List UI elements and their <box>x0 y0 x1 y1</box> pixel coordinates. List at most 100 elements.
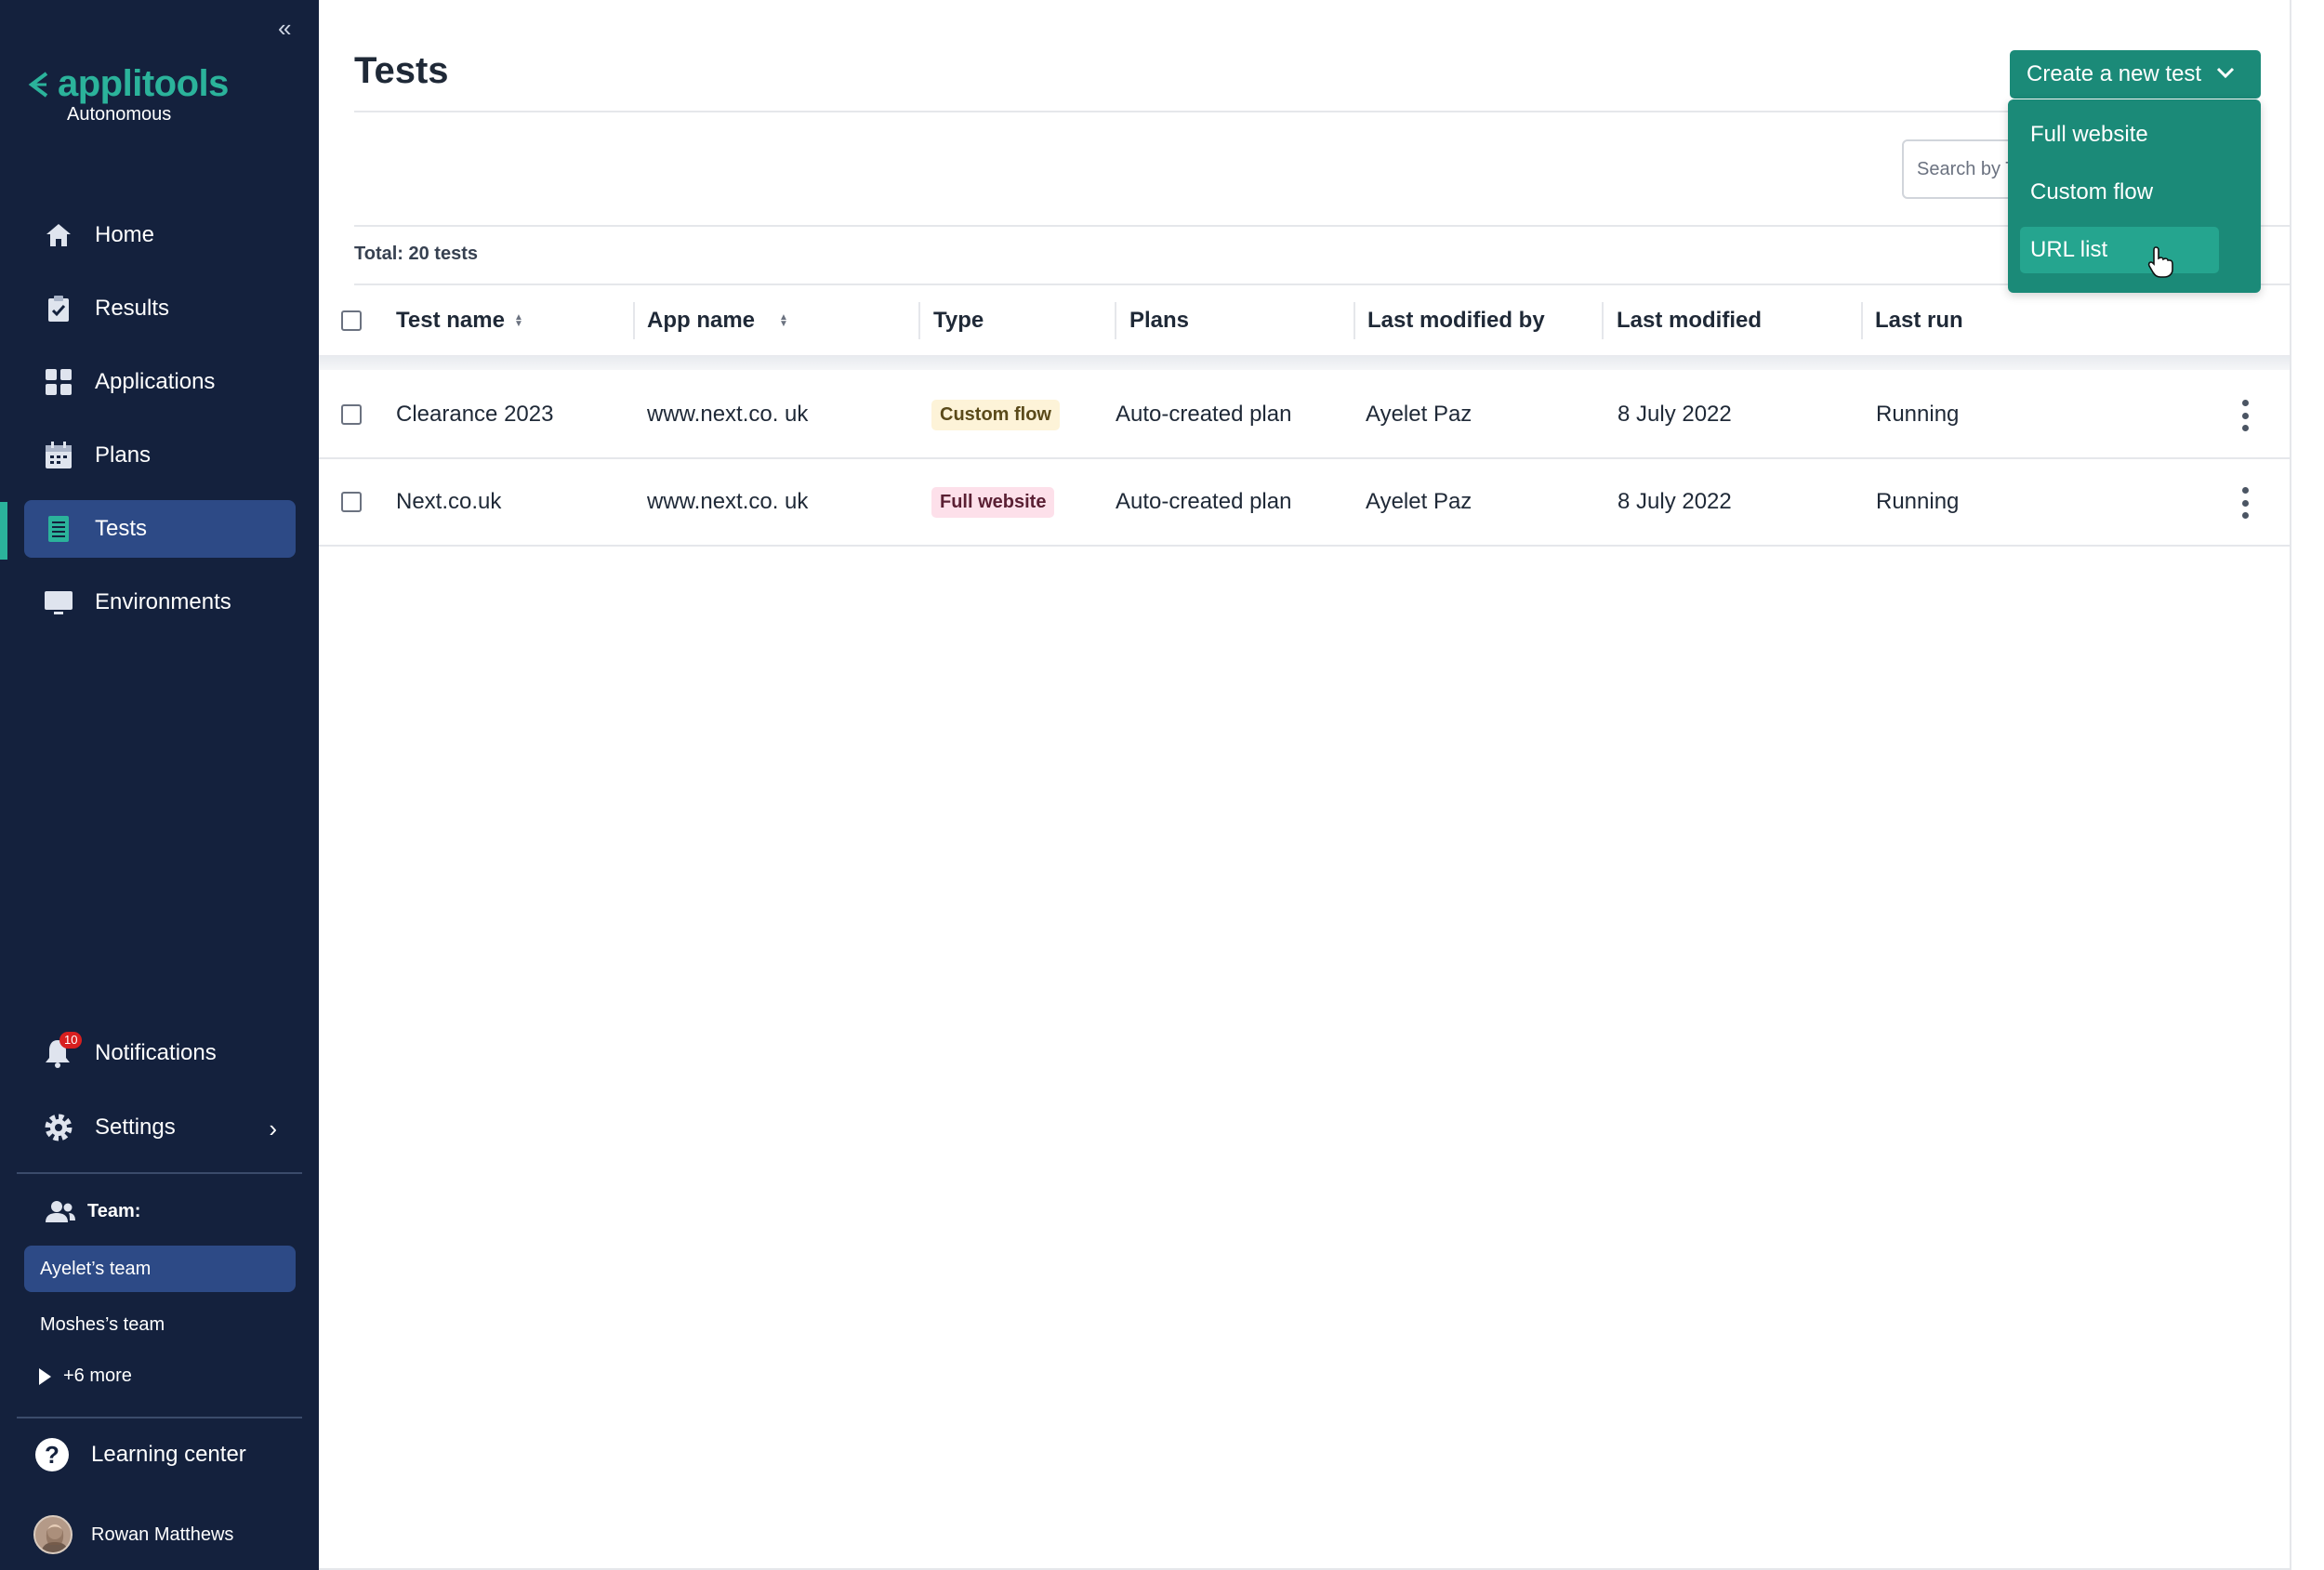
column-separator[interactable] <box>1115 302 1116 339</box>
nav-label: Settings <box>95 1115 176 1140</box>
sidebar-divider <box>17 1417 302 1418</box>
more-teams-label: +6 more <box>63 1366 132 1386</box>
table-row[interactable]: Clearance 2023 www.next.co. uk Custom fl… <box>319 372 2290 459</box>
nav-label: Notifications <box>95 1040 217 1065</box>
notification-count-badge: 10 <box>59 1032 83 1049</box>
column-header-last-run[interactable]: Last run <box>1875 285 1963 355</box>
team-icon <box>45 1199 76 1223</box>
bell-icon: 10 <box>43 1032 83 1069</box>
main-nav: Home Results Applications Plans Tests En… <box>24 206 296 647</box>
applitools-mark-icon <box>28 71 48 98</box>
column-header-last-modified[interactable]: Last modified <box>1617 285 1762 355</box>
clipboard-check-icon <box>43 293 74 324</box>
select-all-checkbox[interactable] <box>341 310 362 331</box>
table-header: Test name ▲ ▼ App name ▲ ▼ Type Plans Last… <box>319 285 2290 355</box>
sort-icon[interactable]: ▲ ▼ <box>779 312 788 328</box>
collapse-sidebar-icon[interactable]: « <box>278 16 300 40</box>
column-separator[interactable] <box>1861 302 1863 339</box>
logo-text: applitools <box>58 63 229 104</box>
sidebar-divider <box>17 1172 302 1174</box>
applitools-logo[interactable]: applitools <box>28 63 229 105</box>
avatar <box>33 1515 73 1554</box>
sidebar: « applitools Autonomous Home Results App… <box>0 0 319 1570</box>
select-all-checkbox-cell <box>341 285 362 355</box>
column-separator[interactable] <box>633 302 635 339</box>
nav-label: Home <box>95 222 155 247</box>
column-label: App name <box>647 307 756 333</box>
nav-item-plans[interactable]: Plans <box>24 427 296 484</box>
team-item[interactable]: Moshes’s team <box>24 1301 296 1348</box>
row-checkbox[interactable] <box>341 492 362 512</box>
nav-item-results[interactable]: Results <box>24 280 296 337</box>
column-header-last-modified-by[interactable]: Last modified by <box>1367 285 1545 355</box>
menu-item-full-website[interactable]: Full website <box>2020 112 2219 158</box>
cell-plans: Auto-created plan <box>1116 489 1292 514</box>
team-item[interactable]: Ayelet’s team <box>24 1246 296 1292</box>
learning-center-label: Learning center <box>91 1442 246 1467</box>
row-checkbox-cell <box>341 459 362 545</box>
sort-icon[interactable]: ▲ ▼ <box>514 312 523 328</box>
total-count: Total: 20 tests <box>354 244 478 264</box>
content-border <box>2290 0 2291 1570</box>
nav-label: Results <box>95 296 170 321</box>
expand-triangle-icon <box>39 1367 51 1385</box>
nav-item-tests[interactable]: Tests <box>24 500 296 558</box>
cell-modified-by: Ayelet Paz <box>1366 402 1472 427</box>
monitor-icon <box>43 587 74 618</box>
nav-label: Applications <box>95 369 216 394</box>
cell-last-run: Running <box>1876 489 1960 514</box>
type-badge: Custom flow <box>931 399 1060 430</box>
toolbar-divider <box>354 225 2291 227</box>
column-header-test-name[interactable]: Test name ▲ ▼ <box>396 285 523 355</box>
column-label: Last modified by <box>1367 307 1545 333</box>
row-checkbox[interactable] <box>341 404 362 425</box>
column-label: Type <box>933 307 984 333</box>
nav-item-environments[interactable]: Environments <box>24 574 296 631</box>
learning-center-link[interactable]: ? Learning center <box>35 1438 246 1471</box>
nav-label: Environments <box>95 589 231 614</box>
row-actions-kebab-icon[interactable] <box>2231 487 2259 519</box>
nav-item-settings[interactable]: Settings › <box>24 1100 296 1155</box>
column-header-app-name[interactable]: App name ▲ ▼ <box>647 285 788 355</box>
column-label: Test name <box>396 307 505 333</box>
home-icon <box>43 219 74 251</box>
column-label: Plans <box>1129 307 1190 333</box>
column-header-plans[interactable]: Plans <box>1129 285 1189 355</box>
user-profile[interactable]: Rowan Matthews <box>33 1515 233 1554</box>
hand-pointer-icon <box>2147 246 2173 278</box>
list-icon <box>43 513 74 545</box>
table-row[interactable]: Next.co.uk www.next.co. uk Full website … <box>319 459 2290 547</box>
page-title: Tests <box>354 50 449 91</box>
cell-app-name: www.next.co. uk <box>647 402 809 427</box>
grid-icon <box>43 366 74 398</box>
cell-last-run: Running <box>1876 402 1960 427</box>
menu-item-url-list[interactable]: URL list <box>2020 227 2219 273</box>
column-separator[interactable] <box>918 302 920 339</box>
create-new-test-button[interactable]: Create a new test <box>2010 50 2261 99</box>
active-indicator <box>0 502 7 560</box>
more-teams-toggle[interactable]: +6 more <box>39 1366 132 1387</box>
row-actions-kebab-icon[interactable] <box>2231 400 2259 431</box>
row-checkbox-cell <box>341 372 362 457</box>
column-separator[interactable] <box>1602 302 1604 339</box>
nav-item-home[interactable]: Home <box>24 206 296 264</box>
type-badge: Full website <box>931 486 1055 518</box>
user-name: Rowan Matthews <box>91 1524 234 1545</box>
calendar-icon <box>43 440 74 471</box>
chevron-down-icon <box>2216 67 2235 79</box>
column-header-type[interactable]: Type <box>933 285 984 355</box>
nav-item-applications[interactable]: Applications <box>24 353 296 411</box>
help-icon: ? <box>35 1438 69 1471</box>
cell-type: Full website <box>931 459 1055 545</box>
cell-test-name[interactable]: Clearance 2023 <box>396 372 553 457</box>
menu-item-custom-flow[interactable]: Custom flow <box>2020 169 2219 216</box>
cell-modified-by: Ayelet Paz <box>1366 489 1472 514</box>
gear-icon <box>43 1112 74 1143</box>
create-new-test-label: Create a new test <box>2027 61 2202 86</box>
column-separator[interactable] <box>1353 302 1355 339</box>
cell-app-name: www.next.co. uk <box>647 489 809 514</box>
cell-test-name[interactable]: Next.co.uk <box>396 459 501 545</box>
title-divider <box>354 111 2027 112</box>
nav-item-notifications[interactable]: 10 Notifications <box>24 1025 296 1081</box>
team-header: Team: <box>45 1199 140 1223</box>
